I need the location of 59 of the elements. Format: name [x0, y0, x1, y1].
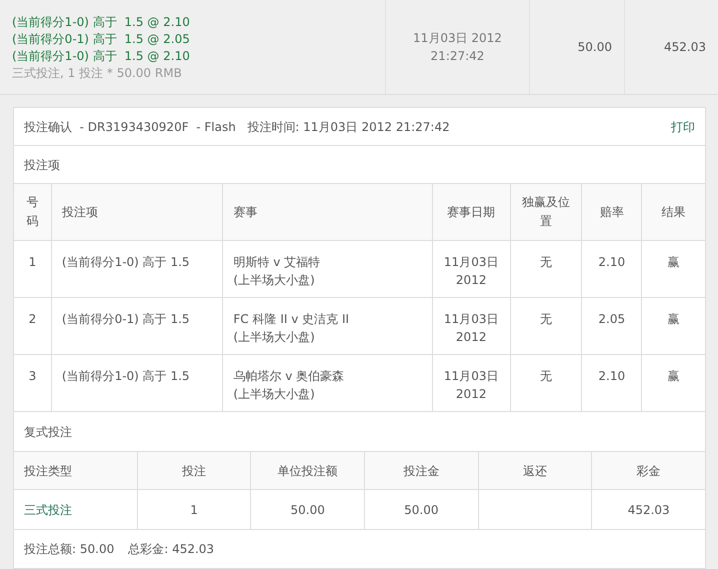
- table-cell-text: (当前得分1-0) 高于 1.5: [62, 368, 190, 385]
- table-cell-text: 无: [540, 311, 552, 328]
- table-cell-text: 1: [190, 502, 198, 518]
- table-cell-text: 1: [28, 254, 36, 271]
- table-cell-text: 2012: [456, 272, 486, 289]
- section-title: 复式投注: [24, 424, 72, 440]
- table-cell-text: 无: [540, 368, 552, 385]
- table-cell-text: 2012: [456, 386, 486, 403]
- table-cell-text: 11月03日: [444, 311, 498, 328]
- table-cell-text: 50.00: [290, 502, 325, 518]
- bet-time: 21:27:42: [430, 48, 484, 65]
- table-cell-text: 赢: [668, 254, 680, 271]
- bet-type-link[interactable]: 三式投注: [24, 500, 72, 518]
- table-cell-text: FC 科隆 II v 史洁克 II: [233, 311, 350, 328]
- column-header: 单位投注额: [278, 462, 338, 480]
- column-header: 结果: [662, 204, 686, 220]
- selection-text: (当前得分1-0) 高于 1.5 @ 2.10: [12, 14, 191, 31]
- table-cell-text: (上半场大小盘): [233, 386, 315, 403]
- table-cell-text: 11月03日: [444, 368, 498, 385]
- table-cell-text: 赢: [668, 368, 680, 385]
- table-cell-text: 2012: [456, 329, 486, 346]
- column-header: 投注: [182, 462, 206, 480]
- table-cell-text: 11月03日: [444, 254, 498, 271]
- column-header: 返还: [523, 462, 548, 480]
- stake-amount: 50.00: [578, 39, 612, 56]
- table-cell-text: 无: [540, 254, 552, 271]
- column-header: 投注金: [403, 462, 440, 480]
- selection-text: (当前得分0-1) 高于 1.5 @ 2.05: [12, 31, 191, 48]
- table-cell-text: (当前得分0-1) 高于 1.5: [62, 311, 190, 328]
- column-header: 投注类型: [24, 462, 72, 480]
- table-cell-text: 50.00: [404, 502, 439, 518]
- column-header: 投注项: [62, 204, 98, 220]
- section-title: 投注项: [24, 156, 60, 174]
- table-cell-text: 乌帕塔尔 v 奥伯豪森: [233, 368, 344, 385]
- column-header: 独赢及位置: [520, 194, 571, 230]
- table-cell-text: 452.03: [628, 502, 670, 518]
- column-header: 彩金: [636, 462, 661, 480]
- column-header: 号码: [25, 194, 40, 230]
- table-cell-text: 3: [28, 368, 36, 385]
- selection-text: (当前得分1-0) 高于 1.5 @ 2.10: [12, 48, 191, 65]
- print-link[interactable]: 打印: [671, 118, 695, 136]
- table-cell-text: 2.05: [598, 311, 626, 328]
- column-header: 赔率: [600, 204, 624, 220]
- total-winnings: 总彩金: 452.03: [128, 541, 214, 558]
- table-cell-text: 2: [28, 311, 36, 328]
- column-header: 赛事日期: [447, 204, 496, 220]
- table-cell-text: 赢: [668, 311, 680, 328]
- table-cell-text: (当前得分1-0) 高于 1.5: [62, 254, 190, 271]
- table-cell-text: (上半场大小盘): [233, 329, 315, 346]
- column-header: 赛事: [233, 204, 258, 220]
- table-cell-text: 2.10: [598, 254, 626, 271]
- total-stake: 投注总额: 50.00: [24, 541, 114, 558]
- return-amount: 452.03: [664, 39, 706, 56]
- table-cell-text: 2.10: [598, 368, 626, 385]
- table-cell-text: 明斯特 v 艾福特: [233, 254, 320, 271]
- table-cell-text: (上半场大小盘): [233, 272, 315, 289]
- confirmation-title: 投注确认 - DR3193430920F - Flash 投注时间: 11月03日 2012 21:27:42: [24, 118, 450, 136]
- bet-info-text: 三式投注, 1 投注 * 50.00 RMB: [12, 65, 183, 82]
- bet-date: 11月03日 2012: [413, 30, 502, 47]
